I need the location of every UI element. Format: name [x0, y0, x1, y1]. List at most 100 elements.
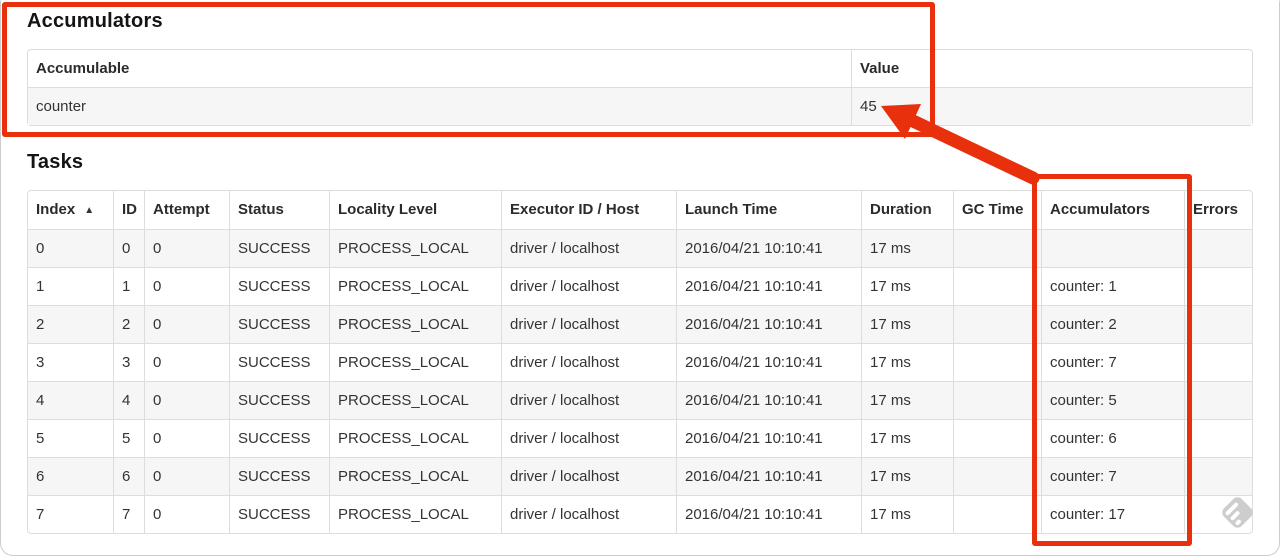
table-cell: 0	[144, 457, 229, 495]
table-cell: 1	[113, 267, 144, 305]
table-cell: driver / localhost	[501, 229, 676, 267]
column-header-id[interactable]: ID	[113, 191, 144, 229]
table-cell	[953, 305, 1041, 343]
table-row: counter 45	[28, 87, 1252, 125]
table-row: 2 2 0 SUCCESS PROCESS_LOCAL driver / localhos…	[28, 305, 1252, 343]
column-header-locality-level[interactable]: Locality Level	[329, 191, 501, 229]
table-cell	[1184, 305, 1252, 343]
column-header-index[interactable]: Index ▲	[28, 191, 113, 229]
table-cell: 2016/04/21 10:10:41	[676, 267, 861, 305]
table-cell: 3	[113, 343, 144, 381]
table-cell: SUCCESS	[229, 419, 329, 457]
column-header-attempt[interactable]: Attempt	[144, 191, 229, 229]
table-cell: driver / localhost	[501, 267, 676, 305]
striped-diamond-icon	[1219, 494, 1256, 531]
table-cell: 0	[144, 267, 229, 305]
table-cell: SUCCESS	[229, 495, 329, 533]
table-cell	[1184, 457, 1252, 495]
column-header-executor-id-host[interactable]: Executor ID / Host	[501, 191, 676, 229]
table-cell: 17 ms	[861, 495, 953, 533]
tasks-section-title: Tasks	[27, 151, 84, 173]
table-cell: driver / localhost	[501, 305, 676, 343]
column-header-errors[interactable]: Errors	[1184, 191, 1252, 229]
column-header-label: GC Time	[962, 201, 1024, 218]
spark-ui-stage-page: Accumulators Accumulable Value counter 45 …	[0, 0, 1280, 556]
tasks-table-header-row: Index ▲ ID Attempt Status Locality Level Execu…	[28, 191, 1252, 229]
table-cell: 0	[144, 229, 229, 267]
column-header-label: Accumulators	[1050, 201, 1151, 218]
column-header-label: Launch Time	[685, 201, 778, 218]
table-cell	[953, 343, 1041, 381]
accumulators-section-title: Accumulators	[27, 10, 163, 32]
table-cell	[953, 495, 1041, 533]
tasks-table: Index ▲ ID Attempt Status Locality Level Execu…	[27, 190, 1253, 534]
table-cell: counter: 6	[1041, 419, 1184, 457]
column-header-accumulators[interactable]: Accumulators	[1041, 191, 1184, 229]
table-cell: driver / localhost	[501, 457, 676, 495]
table-cell: 5	[28, 419, 113, 457]
column-header-label: Duration	[870, 201, 932, 218]
table-cell: 2	[28, 305, 113, 343]
table-cell: 7	[28, 495, 113, 533]
table-cell	[953, 419, 1041, 457]
table-cell: 0	[144, 495, 229, 533]
table-cell: 17 ms	[861, 229, 953, 267]
table-cell: SUCCESS	[229, 381, 329, 419]
table-cell: counter: 5	[1041, 381, 1184, 419]
table-cell: PROCESS_LOCAL	[329, 305, 501, 343]
table-cell: counter: 1	[1041, 267, 1184, 305]
table-cell: PROCESS_LOCAL	[329, 343, 501, 381]
table-cell: 4	[113, 381, 144, 419]
table-cell	[1184, 419, 1252, 457]
table-row: 1 1 0 SUCCESS PROCESS_LOCAL driver / localhos…	[28, 267, 1252, 305]
table-cell: 17 ms	[861, 343, 953, 381]
table-cell: counter: 17	[1041, 495, 1184, 533]
table-cell: 1	[28, 267, 113, 305]
table-cell: 17 ms	[861, 419, 953, 457]
table-cell	[953, 381, 1041, 419]
column-header-status[interactable]: Status	[229, 191, 329, 229]
table-cell: 0	[113, 229, 144, 267]
table-cell	[1041, 229, 1184, 267]
table-cell	[1184, 229, 1252, 267]
column-header-label: Attempt	[153, 201, 210, 218]
table-cell: 0	[144, 419, 229, 457]
table-cell: SUCCESS	[229, 305, 329, 343]
table-cell: 2016/04/21 10:10:41	[676, 457, 861, 495]
column-header-label: ID	[122, 201, 137, 218]
table-cell: 6	[113, 457, 144, 495]
table-cell: 2016/04/21 10:10:41	[676, 305, 861, 343]
column-header-accumulable[interactable]: Accumulable	[28, 50, 851, 87]
accumulators-table-header-row: Accumulable Value	[28, 50, 1252, 87]
column-header-duration[interactable]: Duration	[861, 191, 953, 229]
accumulators-table: Accumulable Value counter 45	[27, 49, 1253, 126]
table-cell	[953, 267, 1041, 305]
sort-ascending-icon: ▲	[84, 205, 95, 216]
table-cell: 17 ms	[861, 267, 953, 305]
table-cell: 0	[144, 343, 229, 381]
table-cell	[953, 229, 1041, 267]
table-cell: 0	[144, 381, 229, 419]
column-header-label: Locality Level	[338, 201, 438, 218]
table-cell: 2016/04/21 10:10:41	[676, 343, 861, 381]
column-header-label: Accumulable	[36, 60, 130, 77]
table-row: 7 7 0 SUCCESS PROCESS_LOCAL driver / localhos…	[28, 495, 1252, 533]
table-cell: 2016/04/21 10:10:41	[676, 229, 861, 267]
column-header-label: Status	[238, 201, 284, 218]
table-cell: 2016/04/21 10:10:41	[676, 495, 861, 533]
table-cell: 7	[113, 495, 144, 533]
table-cell: 3	[28, 343, 113, 381]
column-header-label: Index	[36, 201, 76, 218]
column-header-gc-time[interactable]: GC Time	[953, 191, 1041, 229]
column-header-value[interactable]: Value	[851, 50, 1252, 87]
table-cell: driver / localhost	[501, 381, 676, 419]
table-cell: counter: 7	[1041, 343, 1184, 381]
table-cell: 0	[28, 229, 113, 267]
column-header-label: Executor ID / Host	[510, 201, 640, 218]
table-cell: driver / localhost	[501, 419, 676, 457]
table-cell: counter	[28, 87, 851, 125]
table-cell: 4	[28, 381, 113, 419]
column-header-launch-time[interactable]: Launch Time	[676, 191, 861, 229]
table-cell: 0	[144, 305, 229, 343]
table-row: 4 4 0 SUCCESS PROCESS_LOCAL driver / localhos…	[28, 381, 1252, 419]
